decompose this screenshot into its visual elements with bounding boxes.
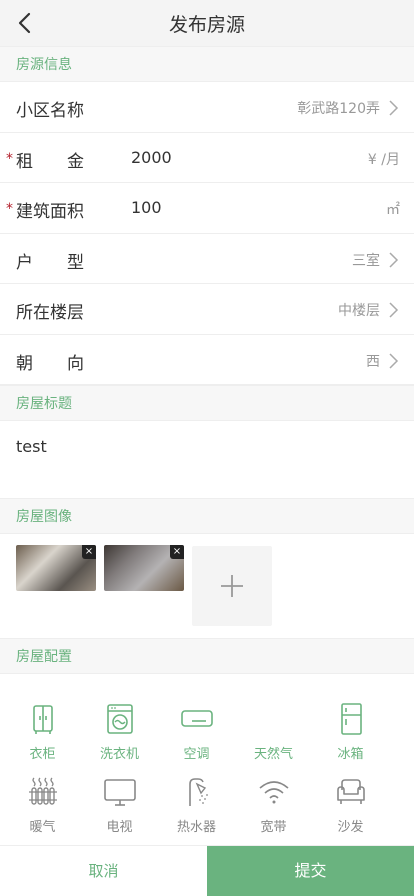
gas-flame-icon — [257, 703, 291, 735]
facility-label: 空调 — [183, 747, 210, 762]
facility-label: 洗衣机 — [99, 747, 139, 762]
chevron-right-icon — [389, 100, 399, 116]
facility-item[interactable]: 洗衣机 — [81, 703, 158, 776]
facility-item[interactable]: 天然气 — [235, 703, 312, 776]
facility-grid: 衣柜 洗衣机 空调 天然气 冰箱暖气 电视 热水器 宽带 沙发 — [0, 674, 414, 873]
floor-value: 中楼层 — [338, 303, 380, 319]
community-label: 小区名称 — [16, 101, 84, 121]
area-input[interactable]: 100 — [131, 198, 162, 217]
facility-item[interactable]: 宽带 — [235, 776, 312, 849]
orientation-label: 朝 向 — [16, 353, 84, 374]
remove-image-icon[interactable]: × — [170, 545, 184, 559]
facility-label: 暖气 — [29, 820, 56, 835]
tv-icon — [103, 779, 136, 806]
plus-icon — [221, 575, 243, 597]
community-row[interactable]: 小区名称 彰武路120弄 — [0, 82, 414, 133]
section-house-images: 房屋图像 — [0, 498, 414, 534]
chevron-right-icon — [389, 251, 399, 268]
fridge-icon — [340, 703, 362, 735]
water-heater-icon — [188, 778, 208, 806]
facility-item[interactable]: 衣柜 — [4, 703, 81, 776]
facility-label: 衣柜 — [29, 747, 56, 762]
facility-label: 宽带 — [260, 820, 287, 835]
area-unit: ㎡ — [386, 202, 400, 218]
layout-row[interactable]: 户 型 三室 — [0, 234, 414, 284]
facility-label: 冰箱 — [337, 747, 364, 762]
floor-row[interactable]: 所在楼层 中楼层 — [0, 284, 414, 335]
house-title-input[interactable]: test — [0, 421, 414, 498]
chevron-right-icon — [389, 352, 399, 369]
rent-unit: ¥ /月 — [367, 151, 400, 168]
washing-machine-icon — [106, 704, 133, 734]
remove-image-icon[interactable]: × — [82, 545, 96, 559]
rent-label: 租 金 — [16, 151, 84, 172]
layout-label: 户 型 — [16, 252, 84, 273]
wifi-icon — [258, 781, 289, 804]
cancel-button[interactable]: 取消 — [0, 846, 207, 896]
rent-row: * 租 金 2000 ¥ /月 — [0, 133, 414, 183]
house-image-thumbnail[interactable]: × — [16, 545, 96, 591]
area-row: * 建筑面积 100 ㎡ — [0, 183, 414, 234]
facility-item[interactable]: 冰箱 — [312, 703, 389, 776]
orientation-row[interactable]: 朝 向 西 — [0, 335, 414, 385]
rent-input[interactable]: 2000 — [131, 148, 172, 167]
add-image-button[interactable] — [192, 546, 272, 626]
radiator-icon — [28, 777, 57, 805]
house-image-thumbnail[interactable]: × — [104, 545, 184, 591]
facility-item[interactable]: 空调 — [158, 703, 235, 776]
floor-label: 所在楼层 — [16, 303, 84, 323]
facility-label: 天然气 — [253, 747, 293, 762]
section-house-info: 房源信息 — [0, 46, 414, 82]
facility-item[interactable]: 电视 — [81, 776, 158, 849]
layout-value: 三室 — [352, 252, 380, 269]
header: 发布房源 — [0, 0, 414, 46]
submit-button[interactable]: 提交 — [207, 846, 414, 896]
page-title: 发布房源 — [168, 14, 245, 36]
wardrobe-icon — [32, 705, 53, 734]
chevron-right-icon — [389, 302, 399, 318]
facility-item[interactable]: 暖气 — [4, 776, 81, 849]
facility-item[interactable]: 沙发 — [312, 776, 389, 849]
facility-label: 热水器 — [176, 820, 216, 835]
area-label: 建筑面积 — [16, 202, 84, 222]
facility-item[interactable]: 热水器 — [158, 776, 235, 849]
facility-label: 沙发 — [337, 820, 364, 835]
facility-label: 电视 — [106, 820, 133, 835]
footer-bar: 取消 提交 — [0, 845, 414, 896]
community-value: 彰武路120弄 — [297, 101, 380, 117]
orientation-value: 西 — [366, 353, 380, 370]
section-house-title: 房屋标题 — [0, 385, 414, 421]
air-conditioner-icon — [180, 710, 213, 727]
sofa-icon — [336, 779, 365, 804]
required-mark: * — [6, 201, 13, 217]
image-list: × × — [0, 534, 414, 638]
required-mark: * — [6, 150, 13, 167]
section-house-config: 房屋配置 — [0, 638, 414, 674]
